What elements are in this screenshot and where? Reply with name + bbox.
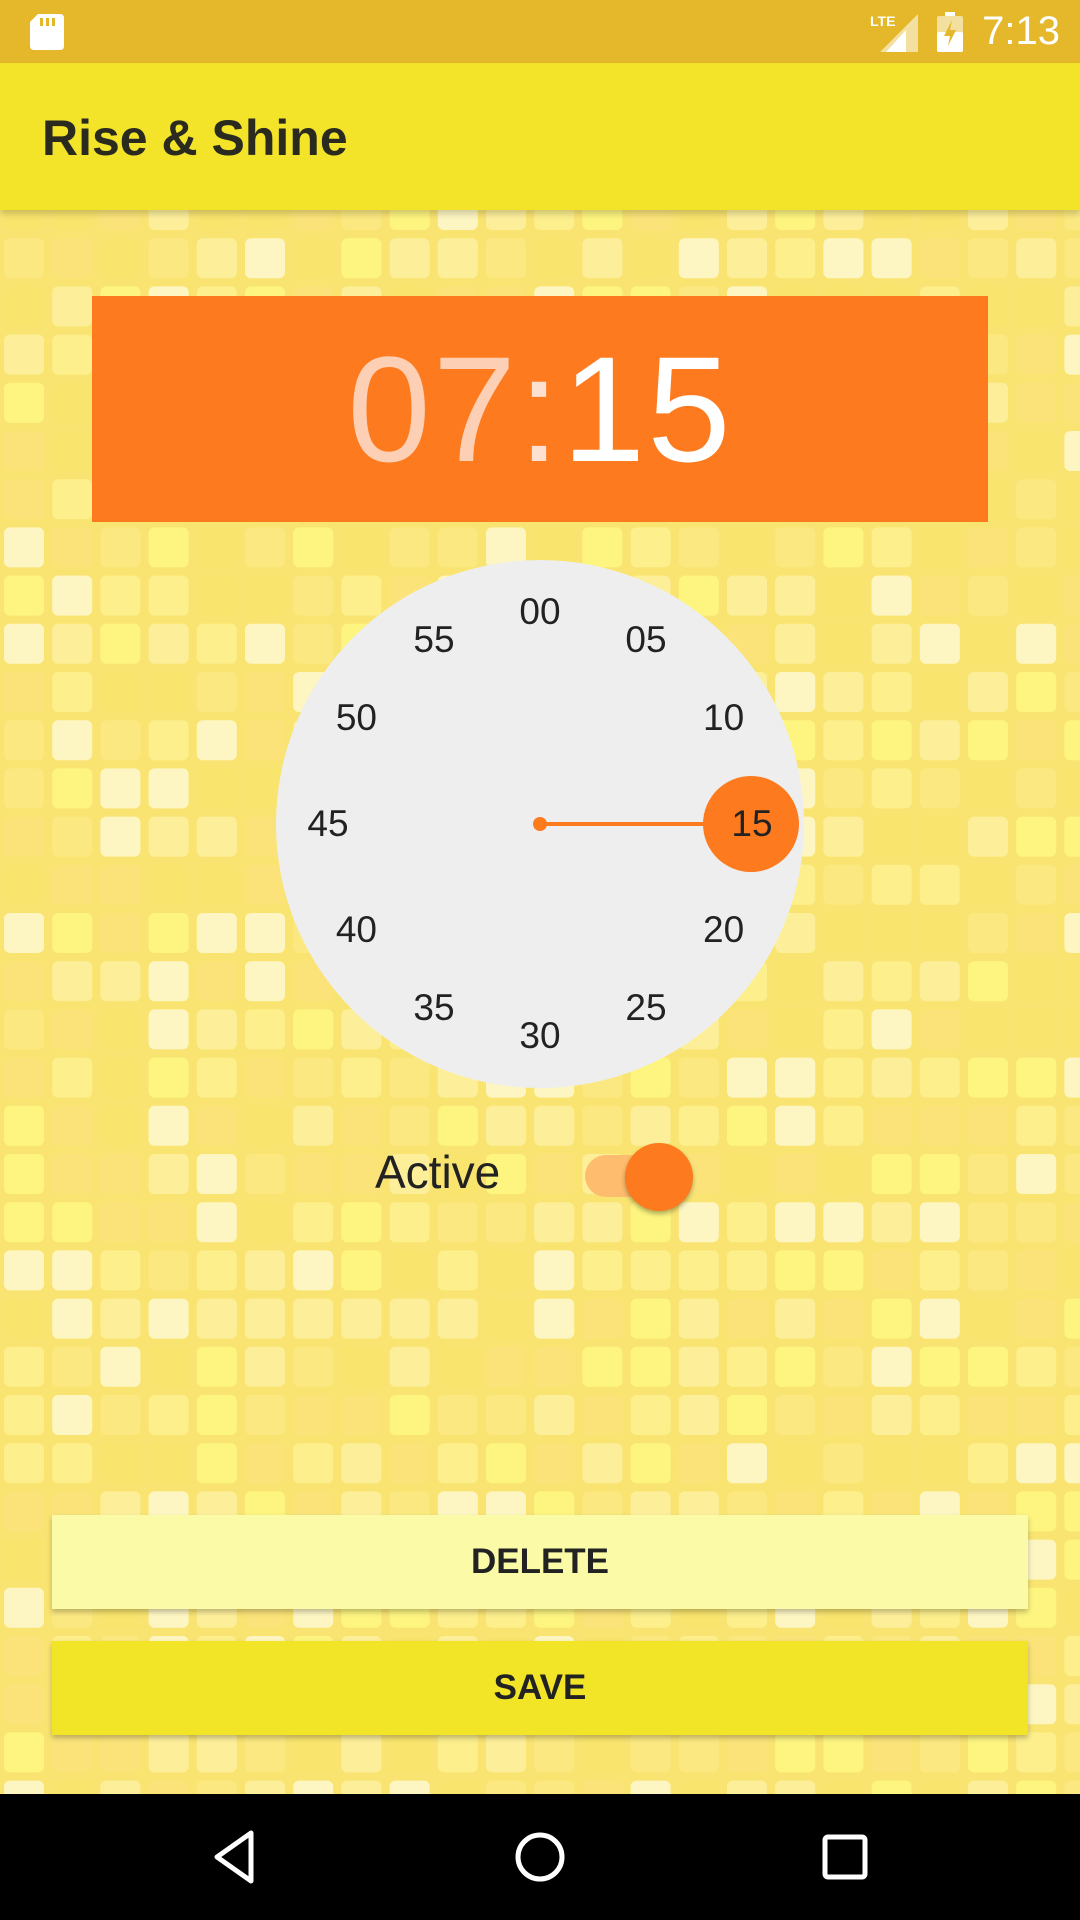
network-type-label: LTE	[870, 13, 895, 29]
active-switch[interactable]	[585, 1135, 695, 1211]
alarm-minutes[interactable]: 15	[562, 325, 733, 493]
signal-icon: LTE	[870, 12, 919, 52]
status-bar: LTE 7:13	[0, 0, 1080, 63]
dial-number-30[interactable]: 30	[500, 1011, 580, 1061]
dial-number-00[interactable]: 00	[500, 587, 580, 637]
home-icon[interactable]	[510, 1827, 570, 1887]
recents-icon[interactable]	[815, 1827, 875, 1887]
delete-button[interactable]: DELETE	[52, 1515, 1028, 1609]
content-area: 07:15 00 05 10 15 20 25 30 35 40 45 50 55 Active DE…	[0, 210, 1080, 1794]
save-button[interactable]: SAVE	[52, 1641, 1028, 1735]
navigation-bar	[0, 1794, 1080, 1920]
minute-dial[interactable]: 00 05 10 15 20 25 30 35 40 45 50 55	[276, 560, 804, 1088]
app-bar: Rise & Shine	[0, 63, 1080, 210]
app-title: Rise & Shine	[42, 110, 348, 166]
dial-number-15[interactable]: 15	[712, 799, 792, 849]
sd-card-icon	[30, 14, 64, 50]
battery-charging-icon	[937, 11, 964, 52]
alarm-hours[interactable]: 07	[347, 325, 518, 493]
dial-number-55[interactable]: 55	[394, 615, 474, 665]
dial-center	[533, 817, 547, 831]
back-icon[interactable]	[205, 1827, 265, 1887]
dial-number-40[interactable]: 40	[316, 905, 396, 955]
dial-number-35[interactable]: 35	[394, 983, 474, 1033]
switch-thumb	[625, 1143, 693, 1211]
dial-number-50[interactable]: 50	[316, 693, 396, 743]
active-label: Active	[375, 1146, 501, 1198]
dial-number-25[interactable]: 25	[606, 983, 686, 1033]
status-clock: 7:13	[982, 9, 1060, 53]
alarm-time-display: 07:15	[92, 296, 988, 522]
time-separator: :	[518, 325, 562, 493]
dial-number-45[interactable]: 45	[288, 799, 368, 849]
dial-number-20[interactable]: 20	[684, 905, 764, 955]
dial-number-10[interactable]: 10	[684, 693, 764, 743]
dial-number-05[interactable]: 05	[606, 615, 686, 665]
